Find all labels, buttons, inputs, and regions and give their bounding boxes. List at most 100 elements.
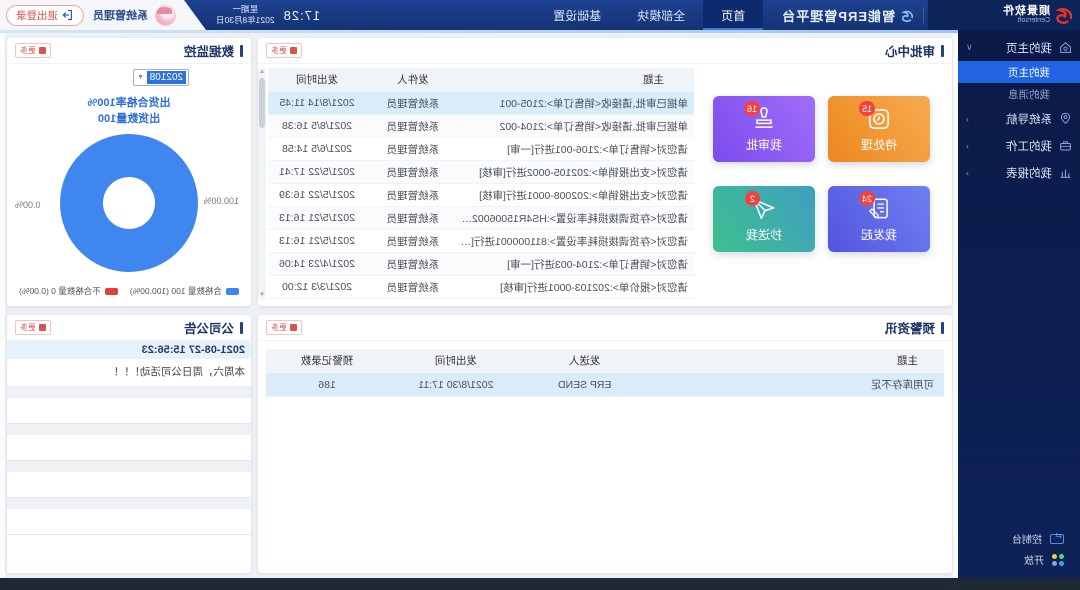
button-label: 我审批	[746, 136, 782, 153]
chart-icon	[1059, 166, 1072, 179]
col-sender: 发件人	[366, 72, 460, 87]
briefcase-icon	[1059, 139, 1072, 152]
col-subject: 主题	[460, 72, 694, 87]
table-row[interactable]: 请您对<报价单>:202103-0001进行[审核] 系统管理员 2021/3/…	[268, 276, 694, 299]
table-header-row: 主题 发送人 发出时间 预警记录数	[266, 349, 944, 373]
sidebar: 我的主页 ∨ 我的主页 我的消息 系统导航 ›	[958, 30, 1080, 578]
hot-icon	[290, 47, 297, 54]
sidebar-subitem-label: 我的主页	[1008, 65, 1050, 80]
col-sent-time: 发出时间	[268, 72, 366, 87]
avatar[interactable]	[155, 5, 176, 26]
cc-to-me-button[interactable]: 2 抄送我	[713, 186, 815, 252]
hot-icon	[39, 47, 46, 54]
title-bar-accent	[941, 45, 944, 57]
more-badge[interactable]: 更多	[266, 43, 302, 58]
clock: 17:28	[283, 8, 321, 23]
table-row[interactable]: 请您对<销售订单>:2106-001进行[一审] 系统管理员 2021/6/5 …	[268, 138, 694, 161]
table-row[interactable]: 请您对<存货调拨损耗率设置>:HS4R15006002进行[审核] 系统管理员 …	[268, 207, 694, 230]
more-badge[interactable]: 更多	[15, 43, 51, 58]
tab-basic-settings[interactable]: 基础设置	[535, 0, 619, 30]
scroll-down-arrow[interactable]: ▼	[258, 291, 266, 300]
table-row[interactable]: 请您对<销售订单>:2104-003进行[一审] 系统管理员 2021/4/23…	[268, 253, 694, 276]
my-approvals-count-badge: 16	[744, 101, 760, 116]
logout-button[interactable]: 退出登录	[6, 5, 84, 26]
top-nav: 首页 全部模块 基础设置	[535, 0, 763, 30]
col-subject: 主题	[646, 353, 944, 368]
sidebar-subitem-my-home[interactable]: 我的主页	[958, 61, 1080, 83]
panel-data-monitor: 数据监控 更多 202108 ▼ 出货合格率100% 出货数量100 100.0…	[7, 38, 251, 306]
cell-sender: 系统管理员	[366, 142, 460, 157]
sidebar-item-label: 系统导航	[1006, 111, 1052, 127]
notice-content[interactable]: 本周六，周日公司活动！！！	[7, 359, 251, 387]
initiated-by-me-button[interactable]: 24 我发起	[828, 186, 930, 252]
chart-title-line2: 出货数量100	[7, 112, 251, 128]
cell-subject: 可用库存不足	[646, 377, 944, 392]
tab-all-modules[interactable]: 全部模块	[619, 0, 703, 30]
sidebar-footer-console[interactable]: 控制台	[958, 528, 1080, 549]
panel-title: 审批中心	[885, 41, 935, 60]
footer-label: 开放	[1024, 552, 1044, 567]
sidebar-item-system-nav[interactable]: 系统导航 ›	[958, 105, 1080, 132]
chart-legend: 合格数量 100 (100.00%) 不合格数量 0 (0.00%)	[7, 285, 251, 297]
logout-icon	[62, 9, 74, 21]
period-select[interactable]: 202108 ▼	[133, 69, 189, 86]
table-row[interactable]: 单据已审批,请接收<销售订单>:2104-002 系统管理员 2021/8/5 …	[268, 115, 694, 138]
cell-subject: 请您对<销售订单>:2104-003进行[一审]	[460, 257, 694, 272]
more-label: 更多	[271, 45, 287, 56]
divider	[7, 461, 251, 472]
more-badge[interactable]: 更多	[15, 320, 51, 335]
cell-time: 2021/4/23 14:06	[268, 258, 366, 270]
table-row[interactable]: 可用库存不足 ERP SEND 2021/8/30 17:11 186	[266, 373, 944, 397]
scroll-up-arrow[interactable]: ▲	[258, 68, 266, 77]
pending-button[interactable]: 15 待处理	[828, 96, 930, 162]
my-approvals-button[interactable]: 16 我审批	[713, 96, 815, 162]
table-row[interactable]: 请您对<存货调拨损耗率设置>:811000001进行[审核] 系统管理员 202…	[268, 230, 694, 253]
sidebar-footer-open[interactable]: 开放	[958, 549, 1080, 570]
scrollbar-thumb[interactable]	[259, 78, 265, 128]
divider	[7, 424, 251, 435]
panel-title: 数据监控	[184, 41, 234, 60]
notice-empty-row	[7, 435, 251, 461]
panel-approval-center: 审批中心 更多 15 待处理 16	[258, 38, 952, 306]
chevron-right-icon: ›	[966, 141, 969, 151]
pending-count-badge: 15	[859, 101, 875, 116]
cell-time: 2021/5/21 16:13	[268, 235, 366, 247]
col-record-count: 预警记录数	[266, 353, 388, 368]
sidebar-item-label: 我的报表	[1006, 165, 1052, 181]
date: 2021年8月30日	[216, 15, 275, 26]
console-icon	[1050, 534, 1064, 544]
notice-empty-row	[7, 398, 251, 424]
status-bar: ···	[0, 578, 1080, 590]
date-block: 星期一 2021年8月30日	[216, 4, 275, 26]
company-name: 顺景软件	[1002, 6, 1050, 17]
cell-time: 2021/6/5 14:58	[268, 143, 366, 155]
hot-icon	[39, 324, 46, 331]
initiated-count-badge: 24	[859, 191, 875, 206]
notice-empty-row	[7, 509, 251, 535]
table-scrollbar[interactable]: ▲ ▼	[258, 68, 266, 300]
cell-subject: 请您对<存货调拨损耗率设置>:811000001进行[审核]	[460, 234, 694, 249]
footer-label: 控制台	[1012, 531, 1042, 546]
sidebar-item-my-reports[interactable]: 我的报表 ›	[958, 159, 1080, 186]
tab-home[interactable]: 首页	[703, 0, 763, 30]
button-label: 我发起	[861, 226, 897, 243]
more-badge[interactable]: 更多	[266, 320, 302, 335]
divider	[923, 7, 924, 23]
sidebar-item-my-work[interactable]: 我的工作 ›	[958, 132, 1080, 159]
table-row[interactable]: 请您对<支出报销单>:202105-0002进行[审核] 系统管理员 2021/…	[268, 161, 694, 184]
sidebar-item-my-home[interactable]: 我的主页 ∨	[958, 34, 1080, 61]
donut-label-right: 0.00%	[15, 200, 41, 210]
cell-subject: 请您对<支出报销单>:202008-0001进行[审核]	[460, 188, 694, 203]
table-row[interactable]: 单据已审批,请接收<销售订单>:2105-001 系统管理员 2021/8/14…	[268, 92, 694, 115]
table-row[interactable]: 请您对<支出报销单>:202008-0001进行[审核] 系统管理员 2021/…	[268, 184, 694, 207]
more-label: 更多	[271, 322, 287, 333]
sidebar-subitem-label: 我的消息	[1008, 87, 1050, 102]
username: 系统管理员	[93, 7, 148, 23]
donut-chart	[60, 134, 198, 272]
cell-time: 2021/3/3 12:00	[268, 281, 366, 293]
weekday: 星期一	[216, 4, 275, 15]
cell-sender: 系统管理员	[366, 234, 460, 249]
main-content: 审批中心 更多 15 待处理 16	[0, 30, 958, 578]
sidebar-subitem-my-messages[interactable]: 我的消息	[958, 83, 1080, 105]
period-value: 202108	[147, 71, 186, 84]
